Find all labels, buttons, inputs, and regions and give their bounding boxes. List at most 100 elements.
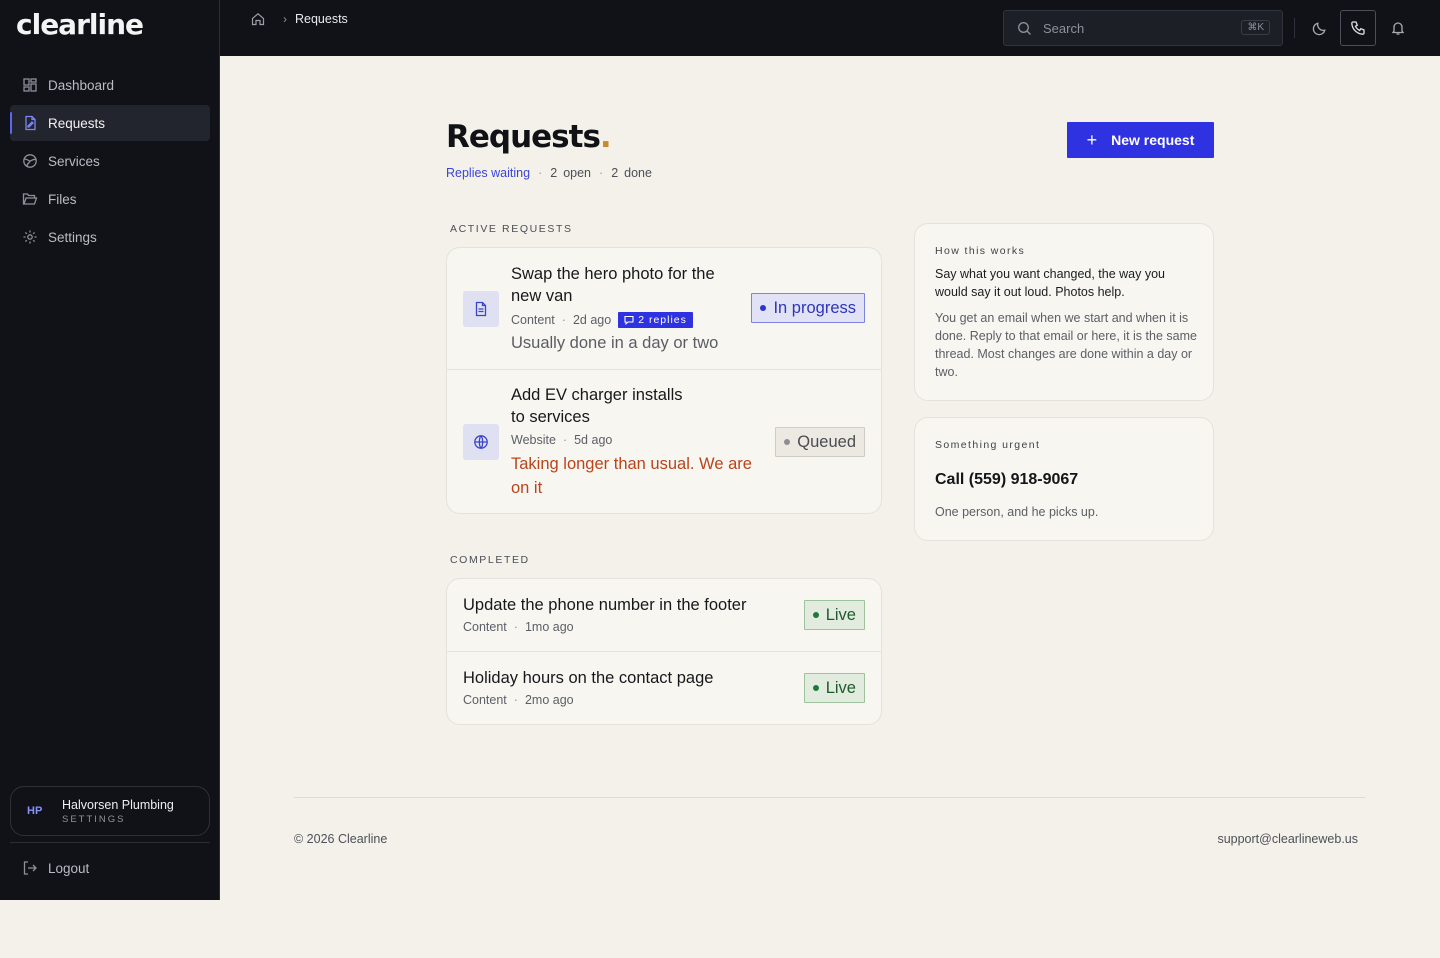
topbar: › Requests ⌘K — [220, 0, 1440, 56]
account-switcher[interactable]: HP Halvorsen Plumbing SETTINGS — [10, 786, 210, 836]
sidebar-item-services[interactable]: Services — [10, 143, 210, 179]
list-item[interactable]: Update the phone number in the footer Co… — [447, 579, 881, 652]
sidebar-item-label: Requests — [48, 115, 106, 131]
request-category: Content — [511, 313, 555, 327]
status-badge: Live — [803, 673, 865, 703]
gear-icon — [22, 229, 38, 245]
active-requests-label: ACTIVE REQUESTS — [450, 223, 573, 235]
plus-icon: + — [1086, 130, 1098, 150]
account-info: Halvorsen Plumbing SETTINGS — [62, 798, 174, 825]
requests-icon — [22, 115, 38, 131]
logout-label: Logout — [48, 860, 90, 876]
moon-icon — [1312, 20, 1328, 36]
notifications-button[interactable] — [1380, 10, 1416, 46]
status-badge: Queued — [775, 427, 865, 457]
done-count: 2 — [611, 166, 619, 180]
how-it-works-card: How this works Say what you want changed… — [914, 223, 1214, 401]
urgent-card: Something urgent Call (559) 918-9067 One… — [914, 417, 1214, 541]
theme-toggle-button[interactable] — [1302, 10, 1338, 46]
folder-icon — [22, 191, 38, 207]
sidebar-item-label: Dashboard — [48, 77, 115, 93]
request-summary: Replies waiting · 2 open · 2 done — [446, 166, 652, 180]
request-age: 2mo ago — [524, 693, 574, 707]
how-it-works-body: You get an email when we start and when … — [935, 311, 1197, 379]
list-item[interactable]: Holiday hours on the contact page Conten… — [447, 652, 881, 724]
request-age: 2d ago — [572, 313, 612, 327]
completed-label: COMPLETED — [450, 554, 530, 566]
topbar-divider — [1294, 18, 1295, 38]
search-input[interactable] — [1043, 20, 1223, 36]
globe-icon — [463, 424, 499, 460]
done-label: done — [624, 166, 652, 180]
request-meta: Content · 2mo ago — [463, 693, 574, 707]
request-category: Content — [463, 620, 507, 634]
request-category: Website — [511, 433, 556, 447]
replies-badge[interactable]: 2 replies — [618, 312, 693, 328]
dashboard-icon — [22, 77, 38, 93]
request-note: Usually done in a day or two — [511, 334, 719, 352]
sidebar-nav: Dashboard Requests Services Files Settin… — [10, 67, 210, 257]
sidebar-item-label: Settings — [48, 229, 97, 245]
sidebar-item-label: Files — [48, 191, 77, 207]
open-count: 2 — [550, 166, 558, 180]
account-name: Halvorsen Plumbing — [62, 797, 174, 812]
app-logo[interactable]: clearline — [16, 8, 144, 41]
support-email-link[interactable]: support@clearlineweb.us — [1217, 832, 1358, 846]
call-button[interactable] — [1340, 10, 1376, 46]
breadcrumb-current: Requests — [295, 12, 348, 26]
sidebar-item-files[interactable]: Files — [10, 181, 210, 217]
home-icon[interactable] — [251, 12, 265, 26]
sidebar-item-label: Services — [48, 153, 100, 169]
request-meta: Content · 2d ago 2 replies — [511, 312, 693, 328]
bell-icon — [1390, 20, 1406, 36]
phone-icon — [1350, 20, 1366, 36]
sidebar-divider — [10, 842, 210, 843]
search-shortcut: ⌘K — [1241, 20, 1270, 35]
sidebar-item-dashboard[interactable]: Dashboard — [10, 67, 210, 103]
request-meta: Website · 5d ago — [511, 433, 613, 447]
request-title: Add EV charger installs to services — [511, 386, 683, 426]
active-requests-card: Swap the hero photo for the new van Cont… — [446, 247, 882, 514]
request-title: Swap the hero photo for the new van — [511, 265, 715, 305]
page-title: Requests. — [446, 119, 612, 155]
sidebar-item-requests[interactable]: Requests — [10, 105, 210, 141]
how-it-works-kicker: How this works — [935, 245, 1026, 257]
status-dot — [760, 305, 767, 311]
globe-icon — [22, 153, 38, 169]
request-category: Content — [463, 693, 507, 707]
search-box[interactable]: ⌘K — [1003, 10, 1283, 46]
logout-button[interactable]: Logout — [22, 860, 89, 876]
account-sub: SETTINGS — [62, 813, 126, 825]
list-item[interactable]: Add EV charger installs to services Webs… — [447, 370, 881, 513]
breadcrumb: › Requests — [251, 12, 348, 26]
request-delay-note: Taking longer than usual. We are on it — [511, 455, 752, 497]
sidebar: clearline Dashboard Requests Services Fi… — [0, 0, 220, 900]
chevron-right-icon: › — [283, 12, 287, 26]
request-age: 5d ago — [574, 433, 613, 447]
title-accent-dot: . — [599, 119, 612, 155]
sidebar-item-settings[interactable]: Settings — [10, 219, 210, 255]
urgent-phone-link[interactable]: Call (559) 918-9067 — [935, 471, 1078, 489]
status-badge: In progress — [751, 293, 865, 323]
status-dot — [812, 612, 819, 618]
footer-copyright: © 2026 Clearline — [294, 832, 388, 846]
new-request-label: New request — [1111, 132, 1195, 148]
request-meta: Content · 1mo ago — [463, 620, 574, 634]
logout-icon — [22, 860, 38, 876]
replies-waiting-link[interactable]: Replies waiting — [446, 166, 530, 180]
comment-icon — [624, 315, 634, 325]
status-dot — [812, 685, 819, 691]
new-request-button[interactable]: + New request — [1067, 122, 1214, 158]
status-dot — [784, 439, 791, 445]
request-title: Update the phone number in the footer — [463, 596, 747, 614]
urgent-kicker: Something urgent — [935, 439, 1041, 451]
how-it-works-lead: Say what you want changed, the way you w… — [935, 267, 1166, 299]
document-icon — [463, 291, 499, 327]
completed-requests-card: Update the phone number in the footer Co… — [446, 578, 882, 725]
list-item[interactable]: Swap the hero photo for the new van Cont… — [447, 248, 881, 370]
status-badge: Live — [803, 600, 865, 630]
footer-divider — [294, 797, 1365, 798]
urgent-note: One person, and he picks up. — [935, 505, 1099, 519]
request-title: Holiday hours on the contact page — [463, 669, 714, 687]
search-icon — [1017, 21, 1032, 36]
